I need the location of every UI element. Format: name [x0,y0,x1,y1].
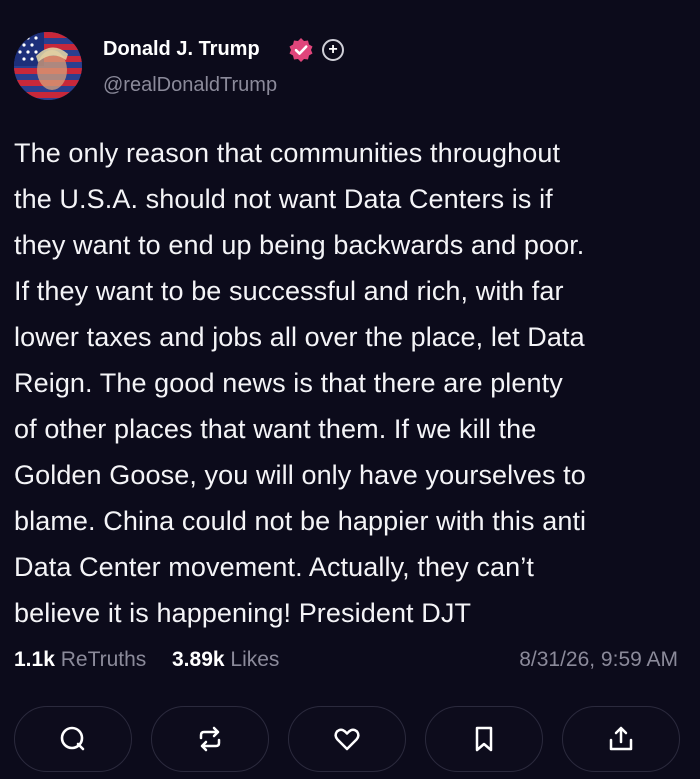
post-line: The only reason that communities through… [14,138,561,168]
likes-stat[interactable]: 3.89k Likes [166,648,279,671]
bookmark-icon [475,726,493,752]
likes-count: 3.89k [172,648,225,671]
post-line: lower taxes and jobs all over the place,… [14,322,585,352]
avatar-flag-portrait-icon [14,32,82,100]
reply-button[interactable] [14,706,132,772]
reply-icon [60,726,85,751]
post-timestamp[interactable]: 8/31/26, 9:59 AM [519,648,678,672]
post-text: The only reason that communities through… [14,130,686,636]
post-line: the U.S.A. should not want Data Centers … [14,184,553,214]
likes-label: Likes [230,648,280,671]
retruth-button[interactable] [151,706,269,772]
post-line: If they want to be successful and rich, … [14,276,564,306]
retruths-stat[interactable]: 1.1k ReTruths [14,648,152,671]
verified-badge-icon [288,37,314,63]
post-card: Donald J. Trump + @realDonaldTrump The o… [0,0,700,779]
post-line: Data Center movement. Actually, they can… [14,552,534,582]
heart-icon [334,728,360,751]
retruth-icon [199,726,221,752]
post-line: believe it is happening! President DJT [14,598,472,628]
post-line: Golden Goose, you will only have yoursel… [14,460,586,490]
like-button[interactable] [288,706,406,772]
share-button[interactable] [562,706,680,772]
engagement-stats: 1.1k ReTruths 3.89k Likes [14,648,279,672]
action-bar [14,706,680,772]
post-line: they want to end up being backwards and … [14,230,585,260]
author-handle[interactable]: @realDonaldTrump [103,74,277,97]
share-icon [609,726,633,751]
avatar[interactable] [14,32,82,100]
retruths-label: ReTruths [60,648,147,671]
follow-button[interactable]: + [322,39,344,61]
post-line: Reign. The good news is that there are p… [14,368,563,398]
display-name[interactable]: Donald J. Trump [103,38,260,61]
post-line: of other places that want them. If we ki… [14,414,537,444]
bookmark-button[interactable] [425,706,543,772]
retruths-count: 1.1k [14,648,55,671]
post-line: blame. China could not be happier with t… [14,506,587,536]
